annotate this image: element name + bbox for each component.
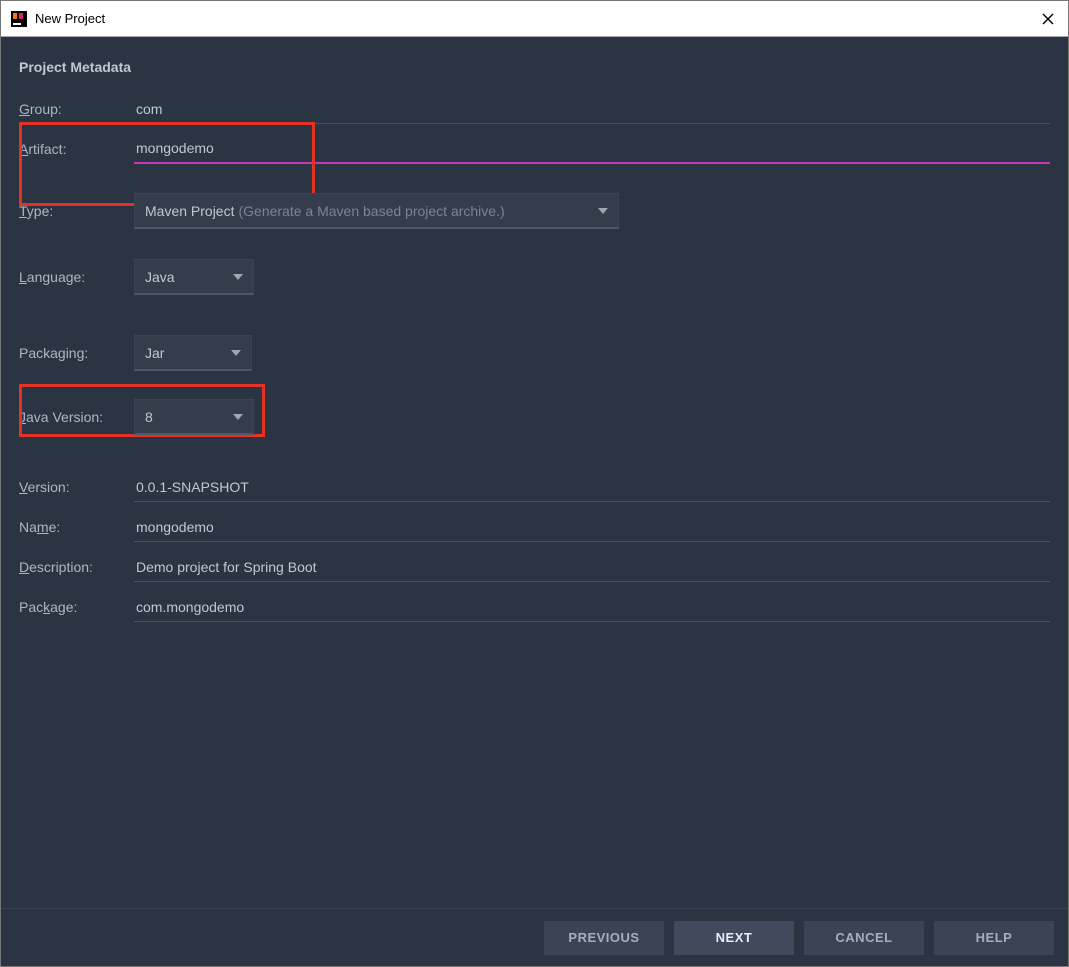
row-name: Name: bbox=[19, 507, 1050, 547]
name-input[interactable] bbox=[134, 512, 1050, 542]
artifact-input[interactable] bbox=[134, 134, 1050, 164]
chevron-down-icon bbox=[231, 350, 241, 356]
package-input[interactable] bbox=[134, 592, 1050, 622]
row-java-version: Java Version: 8 bbox=[19, 397, 1050, 437]
row-package: Package: bbox=[19, 587, 1050, 627]
row-description: Description: bbox=[19, 547, 1050, 587]
name-label: Name: bbox=[19, 519, 134, 535]
artifact-label: Artifact: bbox=[19, 141, 134, 157]
help-button[interactable]: HELP bbox=[934, 921, 1054, 955]
row-version: Version: bbox=[19, 467, 1050, 507]
app-icon bbox=[11, 11, 27, 27]
window-title: New Project bbox=[35, 11, 105, 26]
language-dropdown-text: Java bbox=[145, 269, 175, 285]
java-version-label: Java Version: bbox=[19, 409, 134, 425]
chevron-down-icon bbox=[233, 414, 243, 420]
button-bar: PREVIOUS NEXT CANCEL HELP bbox=[1, 908, 1068, 966]
packaging-dropdown-text: Jar bbox=[145, 345, 164, 361]
java-version-dropdown-text: 8 bbox=[145, 409, 153, 425]
type-dropdown-hint: (Generate a Maven based project archive.… bbox=[238, 203, 504, 219]
packaging-label: Packaging: bbox=[19, 345, 134, 361]
row-packaging: Packaging: Jar bbox=[19, 333, 1050, 373]
row-artifact: Artifact: bbox=[19, 129, 1050, 169]
cancel-button[interactable]: CANCEL bbox=[804, 921, 924, 955]
window-titlebar: New Project bbox=[1, 1, 1068, 37]
type-label: Type: bbox=[19, 203, 134, 219]
type-dropdown[interactable]: Maven Project (Generate a Maven based pr… bbox=[134, 193, 619, 229]
metadata-section-title: Project Metadata bbox=[19, 59, 1050, 75]
type-dropdown-text: Maven Project bbox=[145, 203, 234, 219]
version-input[interactable] bbox=[134, 472, 1050, 502]
language-label: Language: bbox=[19, 269, 134, 285]
chevron-down-icon bbox=[233, 274, 243, 280]
java-version-dropdown[interactable]: 8 bbox=[134, 399, 254, 435]
group-input[interactable] bbox=[134, 94, 1050, 124]
packaging-dropdown[interactable]: Jar bbox=[134, 335, 252, 371]
group-label: Group: bbox=[19, 101, 134, 117]
previous-button[interactable]: PREVIOUS bbox=[544, 921, 664, 955]
description-input[interactable] bbox=[134, 552, 1050, 582]
dialog-body: Project Metadata Group: Artifact: Type: … bbox=[1, 37, 1068, 908]
next-button[interactable]: NEXT bbox=[674, 921, 794, 955]
language-dropdown[interactable]: Java bbox=[134, 259, 254, 295]
package-label: Package: bbox=[19, 599, 134, 615]
row-group: Group: bbox=[19, 89, 1050, 129]
new-project-dialog: New Project Project Metadata Group: Arti… bbox=[0, 0, 1069, 967]
row-language: Language: Java bbox=[19, 257, 1050, 297]
close-icon[interactable] bbox=[1038, 9, 1058, 29]
description-label: Description: bbox=[19, 559, 134, 575]
row-type: Type: Maven Project (Generate a Maven ba… bbox=[19, 191, 1050, 231]
version-label: Version: bbox=[19, 479, 134, 495]
chevron-down-icon bbox=[598, 208, 608, 214]
